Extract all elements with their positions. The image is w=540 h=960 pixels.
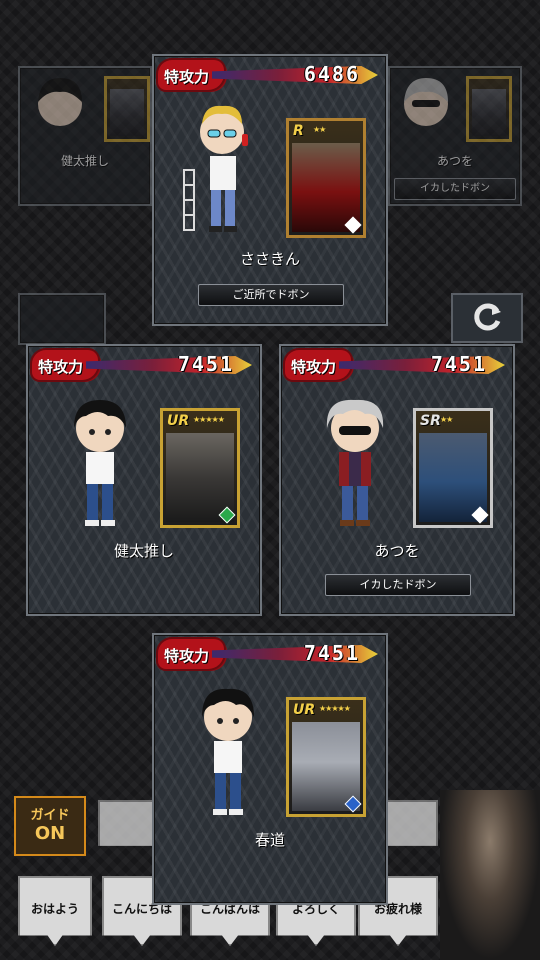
card-stars: ★★ xyxy=(313,125,326,134)
member-card[interactable]: R ★★ xyxy=(286,118,366,238)
team-name: あつを xyxy=(374,542,420,560)
slot-name: 健太推し xyxy=(60,154,109,168)
guide-state: ON xyxy=(34,823,66,844)
background-slot-left: 健太推し xyxy=(18,66,152,206)
card-rank: UR xyxy=(167,413,190,429)
team-panel-bottom[interactable]: 特攻力 7451 UR ★★★★★ 春道 xyxy=(152,633,388,905)
chibi-avatar xyxy=(396,74,456,134)
attack-power-label: 特攻力 xyxy=(38,358,84,376)
member-card[interactable]: UR ★★★★★ xyxy=(286,697,366,817)
chibi-avatar xyxy=(180,100,252,232)
attack-power-badge: 特攻力 7451 xyxy=(285,348,509,384)
card-stars: ★★★★★ xyxy=(193,415,225,424)
slot-name: あつを xyxy=(436,154,473,168)
member-card[interactable]: SR ★★ xyxy=(413,408,493,528)
refresh-icon xyxy=(470,299,504,337)
card-stars: ★★★★★ xyxy=(319,704,351,713)
attack-power-label: 特攻力 xyxy=(164,68,210,86)
team-title-button[interactable]: イカしたドボン xyxy=(325,574,471,596)
chibi-avatar xyxy=(64,394,136,526)
team-name: 健太推し xyxy=(113,542,174,560)
attack-power-value: 7451 xyxy=(177,352,234,376)
team-panel-right[interactable]: 特攻力 7451 SR ★★ あつを イカしたドボン xyxy=(279,344,515,616)
team-panel-left[interactable]: 特攻力 7451 UR ★★★★★ 健太推し xyxy=(26,344,262,616)
attack-power-label: 特攻力 xyxy=(291,358,337,376)
guide-toggle[interactable]: ガイド ON xyxy=(14,796,86,856)
team-name: 春道 xyxy=(254,831,285,849)
attack-power-value: 7451 xyxy=(303,641,360,665)
attack-power-value: 6486 xyxy=(303,62,360,86)
navigator-portrait xyxy=(440,790,540,960)
background-slot-mid-left xyxy=(18,293,106,345)
card-rank: R xyxy=(293,123,304,139)
card-rank: SR xyxy=(420,413,441,429)
card-stars: ★★ xyxy=(440,415,453,424)
background-slot-right: あつを イカしたドボン xyxy=(388,66,522,206)
card-rank: UR xyxy=(293,702,316,718)
chibi-avatar xyxy=(192,683,264,815)
chat-bubble-ohayou[interactable]: おはよう xyxy=(18,876,92,946)
attack-power-value: 7451 xyxy=(430,352,487,376)
member-card xyxy=(104,76,150,142)
attack-power-badge: 特攻力 7451 xyxy=(158,637,382,673)
attack-power-badge: 特攻力 6486 xyxy=(158,58,382,94)
guide-label: ガイド xyxy=(30,808,70,823)
member-card xyxy=(466,76,512,142)
slot-button[interactable]: イカしたドボン xyxy=(394,178,516,200)
member-card[interactable]: UR ★★★★★ xyxy=(160,408,240,528)
team-name: ささきん xyxy=(239,250,300,268)
chat-bubble-label: おはよう xyxy=(30,902,79,916)
attack-power-label: 特攻力 xyxy=(164,647,210,665)
chibi-avatar xyxy=(319,394,391,526)
reload-button[interactable] xyxy=(451,293,523,343)
chibi-avatar xyxy=(30,74,90,134)
team-title-button[interactable]: ご近所でドボン xyxy=(198,284,344,306)
attack-power-badge: 特攻力 7451 xyxy=(32,348,256,384)
team-panel-top[interactable]: 特攻力 6486 R ★★ ささきん ご近所でドボン xyxy=(152,54,388,326)
